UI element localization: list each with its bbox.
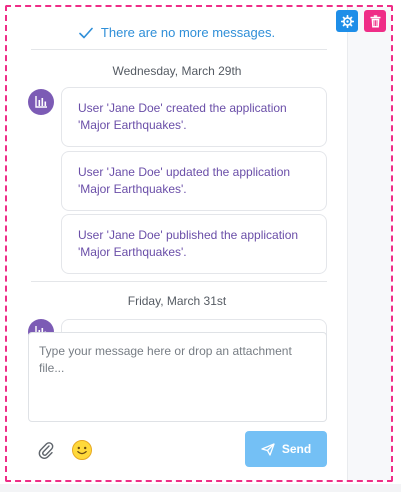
delete-button[interactable] [364, 10, 386, 32]
page-bottom-bar [0, 484, 401, 492]
settings-button[interactable] [336, 10, 358, 32]
selection-frame [5, 5, 393, 482]
gear-icon [340, 14, 354, 28]
trash-icon [370, 14, 380, 27]
